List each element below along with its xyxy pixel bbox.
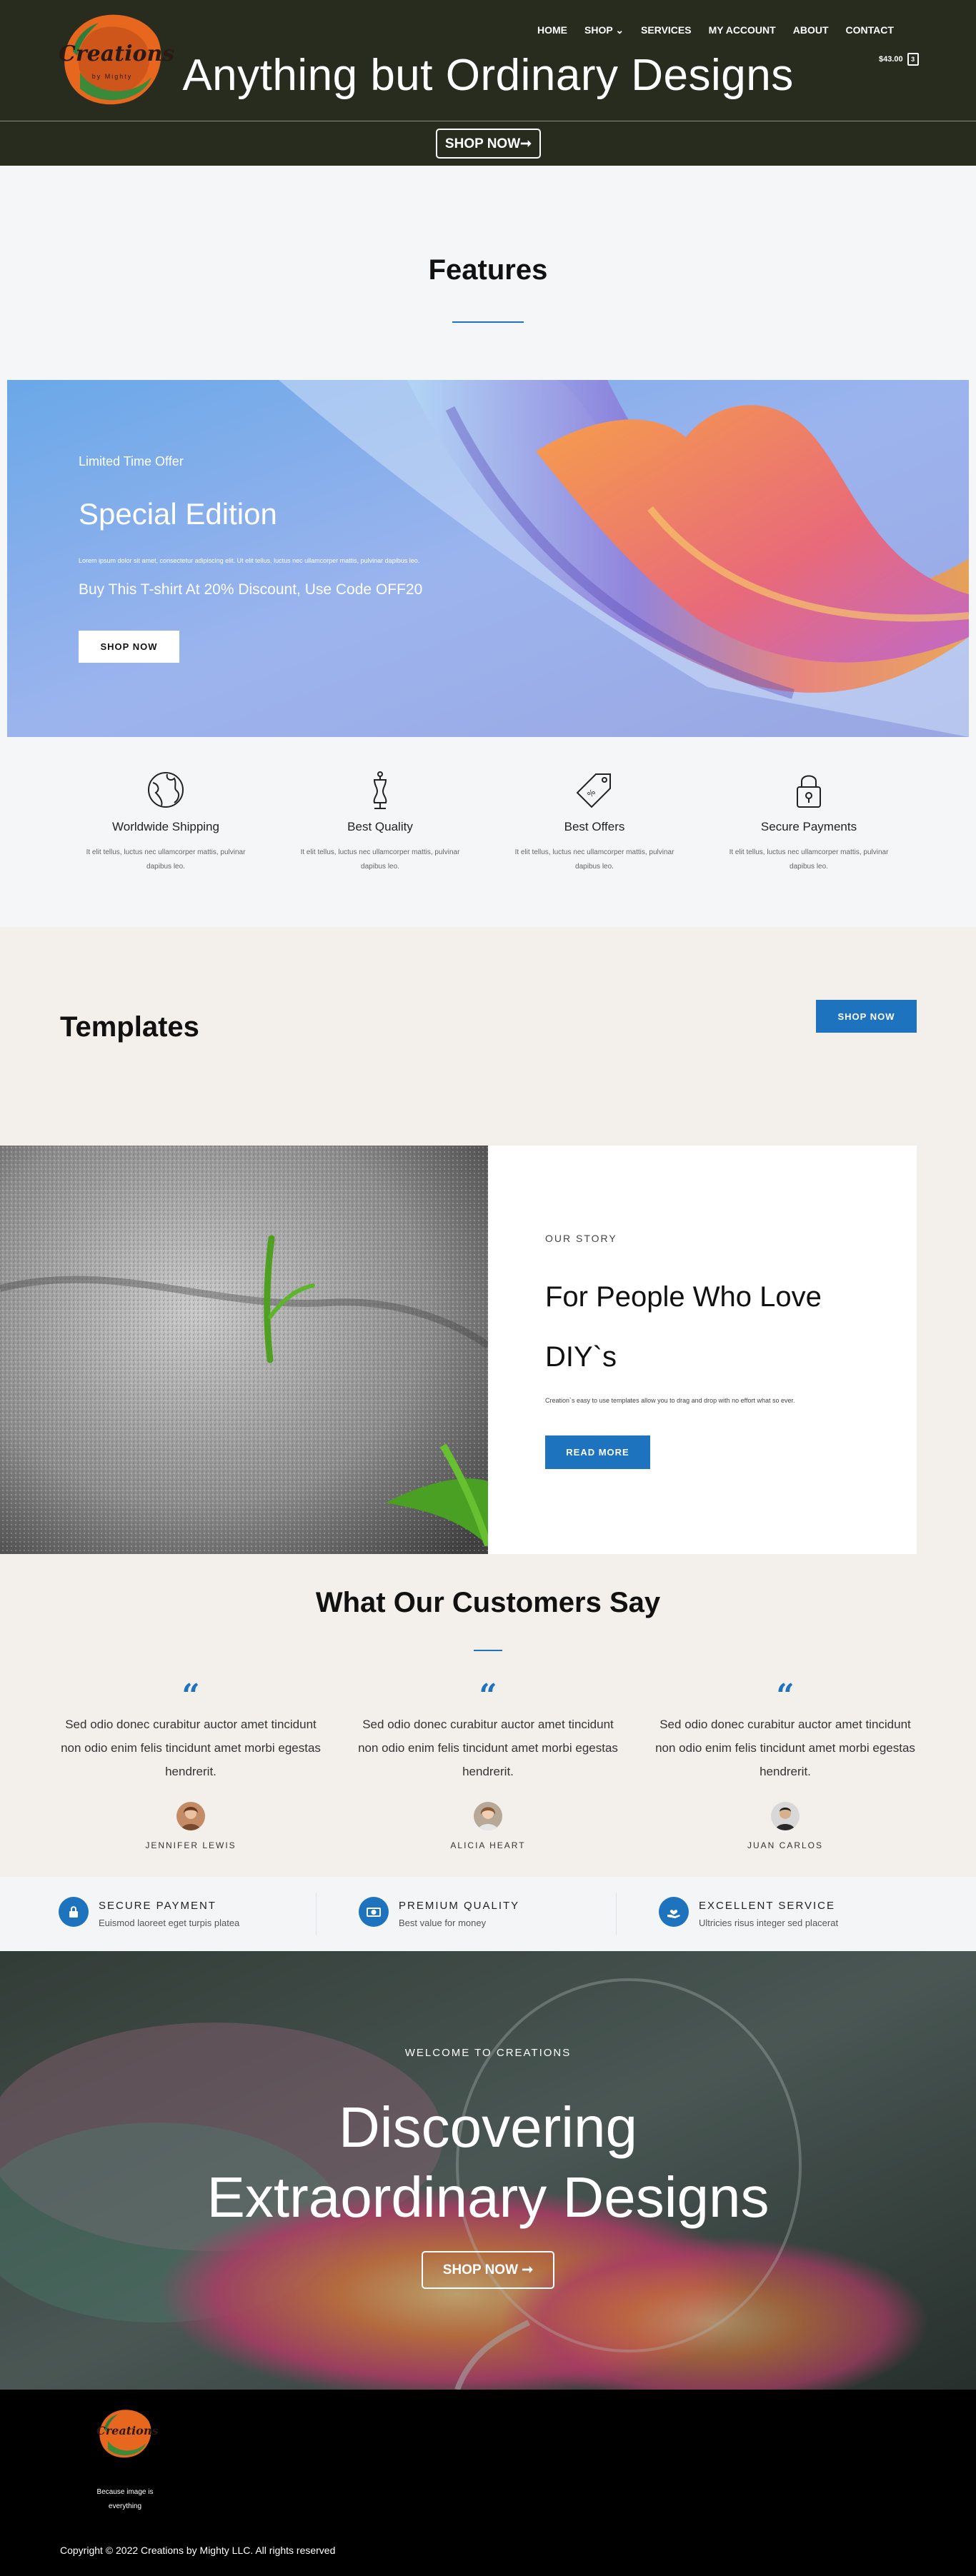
story-eyebrow: OUR STORY bbox=[545, 1233, 617, 1244]
testimonial-name: JENNIFER LEWIS bbox=[145, 1840, 236, 1850]
feature-worldwide-shipping: Worldwide Shipping It elit tellus, luctu… bbox=[80, 770, 252, 874]
testimonial-card: “ Sed odio donec curabitur auctor amet t… bbox=[59, 1678, 323, 1851]
nav-shop[interactable]: SHOP ⌄ bbox=[584, 24, 624, 36]
nav-services[interactable]: SERVICES bbox=[641, 24, 692, 36]
welcome-title-line1: Discovering bbox=[339, 2095, 637, 2159]
quote-icon: “ bbox=[776, 1678, 795, 1714]
trust-secure-payment: SECURE PAYMENT Euismod laoreet eget turp… bbox=[59, 1897, 239, 1928]
money-icon bbox=[359, 1897, 389, 1927]
nav-home[interactable]: HOME bbox=[537, 24, 567, 36]
header-shop-now-button[interactable]: SHOP NOW➞ bbox=[436, 129, 541, 159]
feature-title: Worldwide Shipping bbox=[112, 820, 219, 833]
welcome-title: Discovering Extraordinary Designs bbox=[0, 2093, 976, 2232]
testimonial-card: “ Sed odio donec curabitur auctor amet t… bbox=[356, 1678, 620, 1851]
avatar bbox=[474, 1802, 502, 1830]
templates-shop-now-button[interactable]: SHOP NOW bbox=[816, 1000, 917, 1033]
welcome-title-line2: Extraordinary Designs bbox=[206, 2165, 770, 2229]
testimonial-card: “ Sed odio donec curabitur auctor amet t… bbox=[653, 1678, 917, 1851]
trust-premium-quality: PREMIUM QUALITY Best value for money bbox=[359, 1897, 519, 1928]
feature-title: Secure Payments bbox=[760, 820, 857, 833]
special-edition-banner: Limited Time Offer Special Edition Lorem… bbox=[7, 380, 969, 737]
trust-excellent-service: EXCELLENT SERVICE Ultricies risus intege… bbox=[659, 1897, 838, 1928]
trust-text: Ultricies risus integer sed placerat bbox=[699, 1918, 839, 1928]
trust-title: SECURE PAYMENT bbox=[99, 1900, 216, 1912]
trust-text: Euismod laoreet eget turpis platea bbox=[99, 1918, 240, 1928]
svg-text:%: % bbox=[586, 788, 598, 800]
templates-section: Templates SHOP NOW OUR STORY For People … bbox=[0, 927, 976, 1877]
nav-my-account[interactable]: MY ACCOUNT bbox=[709, 24, 776, 36]
main-nav: HOME SHOP ⌄ SERVICES MY ACCOUNT ABOUT CO… bbox=[537, 24, 894, 36]
hero-title: Anything but Ordinary Designs bbox=[182, 51, 794, 100]
feature-title: Best Offers bbox=[564, 820, 625, 833]
lock-icon bbox=[59, 1897, 89, 1927]
testimonial-quote: Sed odio donec curabitur auctor amet tin… bbox=[358, 1718, 618, 1778]
footer-copyright: Copyright © 2022 Creations by Mighty LLC… bbox=[60, 2545, 336, 2556]
price-tag-icon: % bbox=[574, 770, 614, 810]
story-text: Creation`s easy to use templates allow y… bbox=[545, 1397, 795, 1404]
banner-title: Special Edition bbox=[79, 497, 277, 531]
trust-divider bbox=[316, 1893, 317, 1935]
feature-title: Best Quality bbox=[347, 820, 413, 833]
feature-text: It elit tellus, luctus nec ullamcorper m… bbox=[729, 848, 889, 871]
features-title: Features bbox=[428, 254, 548, 286]
trust-divider bbox=[616, 1893, 617, 1935]
hand-heart-icon bbox=[659, 1897, 689, 1927]
testimonials-title: What Our Customers Say bbox=[315, 1587, 661, 1618]
sprout-photo bbox=[0, 1146, 488, 1554]
footer-logo-wordmark: Creations bbox=[96, 2424, 159, 2437]
feature-best-quality: Best Quality It elit tellus, luctus nec … bbox=[294, 770, 466, 874]
welcome-eyebrow: WELCOME TO CREATIONS bbox=[404, 2047, 572, 2059]
our-story-card: OUR STORY For People Who Love DIY`s Crea… bbox=[488, 1146, 917, 1554]
welcome-shop-now-button[interactable]: SHOP NOW ➞ bbox=[422, 2251, 554, 2289]
testimonial-quote: Sed odio donec curabitur auctor amet tin… bbox=[61, 1718, 321, 1778]
quote-icon: “ bbox=[479, 1678, 497, 1714]
footer-logo[interactable]: Creations bbox=[96, 2405, 159, 2461]
feature-text: It elit tellus, luctus nec ullamcorper m… bbox=[514, 848, 674, 871]
mannequin-icon bbox=[360, 770, 400, 810]
page: Creations by Mighty HOME SHOP ⌄ SERVICES… bbox=[0, 0, 976, 2576]
nav-contact[interactable]: CONTACT bbox=[846, 24, 894, 36]
avatar bbox=[771, 1802, 800, 1830]
trust-title: EXCELLENT SERVICE bbox=[699, 1900, 836, 1912]
welcome-hero: WELCOME TO CREATIONS Discovering Extraor… bbox=[0, 1951, 976, 2390]
trust-text: Best value for money bbox=[399, 1918, 487, 1928]
site-header: Creations by Mighty HOME SHOP ⌄ SERVICES… bbox=[0, 0, 976, 166]
trust-strip: SECURE PAYMENT Euismod laoreet eget turp… bbox=[0, 1877, 976, 1951]
story-title: For People Who Love DIY`s bbox=[545, 1281, 822, 1373]
feature-secure-payments: Secure Payments It elit tellus, luctus n… bbox=[723, 770, 895, 874]
trust-title: PREMIUM QUALITY bbox=[399, 1900, 520, 1912]
padlock-icon bbox=[789, 770, 829, 810]
testimonials-title-underline bbox=[474, 1650, 502, 1651]
feature-best-offers: % Best Offers It elit tellus, luctus nec… bbox=[509, 770, 680, 874]
banner-eyebrow: Limited Time Offer bbox=[79, 454, 184, 468]
banner-description: Lorem ipsum dolor sit amet, consectetur … bbox=[79, 557, 420, 564]
quote-icon: “ bbox=[181, 1678, 200, 1714]
site-footer: Creations Because image is everything Co… bbox=[0, 2390, 976, 2576]
globe-icon bbox=[146, 770, 186, 810]
footer-tagline: Because image is everything bbox=[96, 2488, 154, 2510]
testimonial-name: JUAN CARLOS bbox=[747, 1840, 824, 1850]
nav-about[interactable]: ABOUT bbox=[793, 24, 829, 36]
testimonial-name: ALICIA HEART bbox=[450, 1840, 526, 1850]
features-title-underline bbox=[452, 321, 524, 323]
templates-title: Templates bbox=[60, 1011, 199, 1043]
feature-text: It elit tellus, luctus nec ullamcorper m… bbox=[86, 848, 246, 871]
read-more-button[interactable]: READ MORE bbox=[545, 1435, 650, 1469]
testimonial-quote: Sed odio donec curabitur auctor amet tin… bbox=[655, 1718, 915, 1778]
banner-shop-now-button[interactable]: SHOP NOW bbox=[79, 631, 179, 663]
banner-subtitle: Buy This T-shirt At 20% Discount, Use Co… bbox=[79, 581, 423, 598]
avatar bbox=[176, 1802, 205, 1830]
feature-text: It elit tellus, luctus nec ullamcorper m… bbox=[300, 848, 460, 871]
